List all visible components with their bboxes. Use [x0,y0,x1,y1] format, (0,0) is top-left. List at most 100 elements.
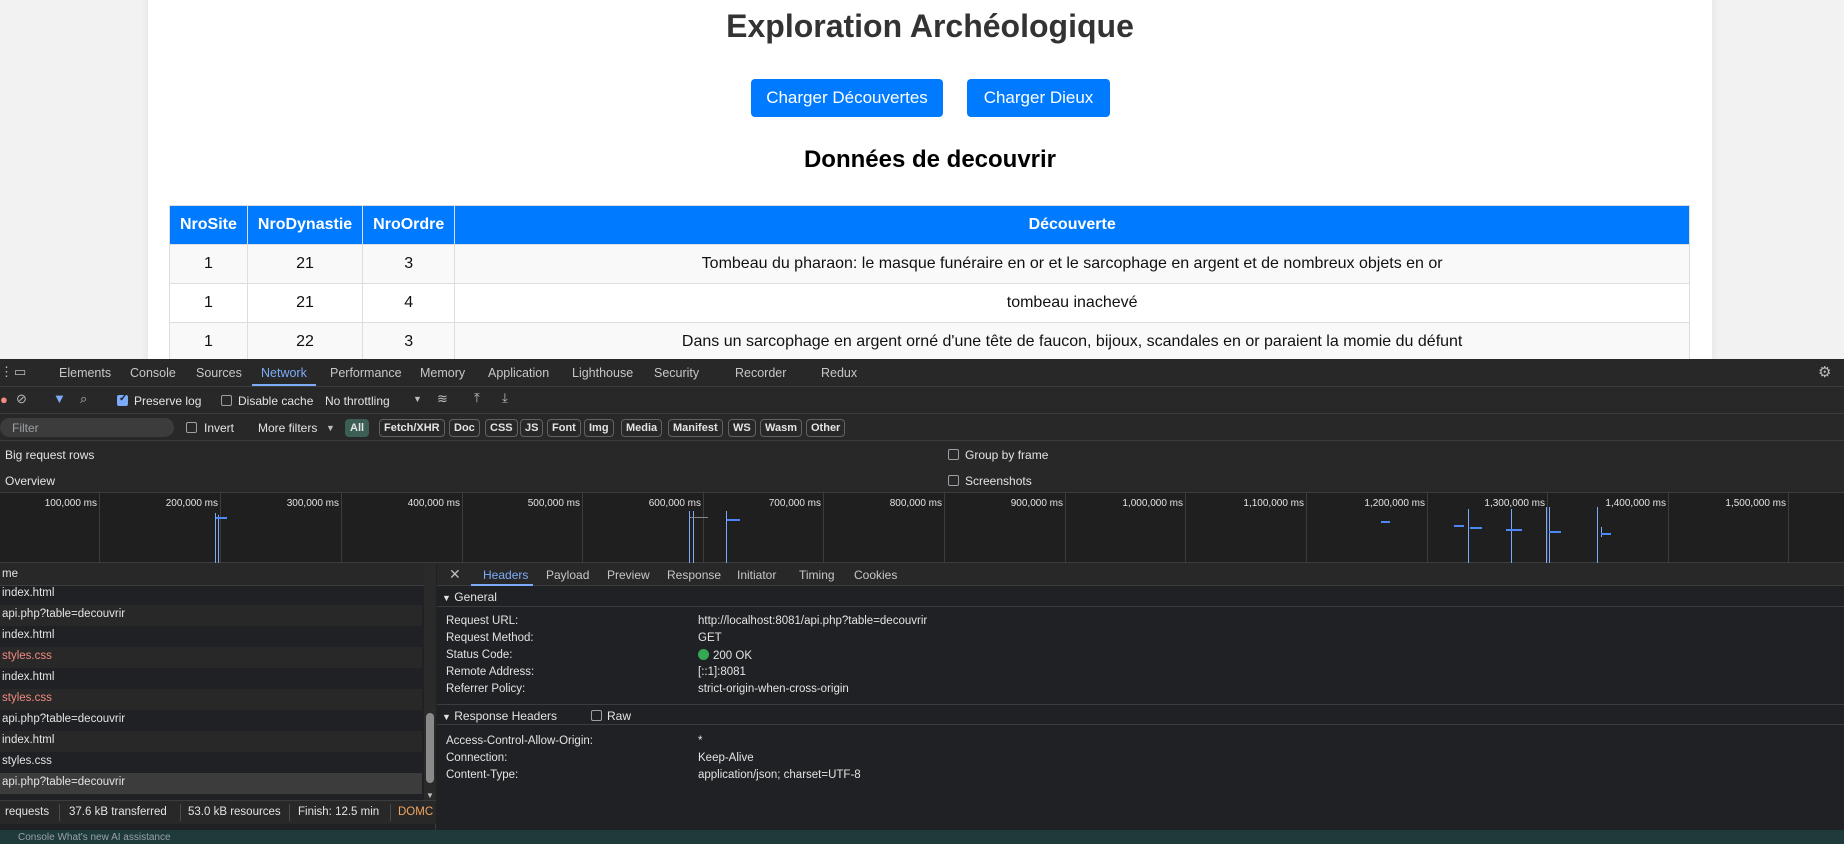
filter-type-font[interactable]: Font [547,419,581,437]
tab-headers[interactable]: Headers [483,568,528,582]
device-toolbar-icon[interactable]: ▭ [14,364,26,380]
invert-checkbox[interactable] [186,422,197,433]
more-filters-dropdown[interactable]: More filters [258,421,317,435]
import-har-icon[interactable]: ⤒ [474,390,480,406]
tab-performance[interactable]: Performance [330,366,402,380]
tick-label: 800,000 ms [889,498,942,509]
filter-type-all[interactable]: All [345,419,370,437]
tab-cookies[interactable]: Cookies [854,568,897,582]
screenshots-label: Screenshots [965,474,1032,488]
request-row[interactable]: styles.css [0,647,422,668]
request-row-selected[interactable]: api.php?table=decouvrir [0,773,422,794]
header-key: Content-Type: [446,769,519,781]
filter-type-doc[interactable]: Doc [449,419,480,437]
request-row[interactable]: index.html [0,668,422,689]
column-header-decouverte: Découverte [454,205,1690,245]
column-header-nrodynastie: NroDynastie [246,205,364,245]
tab-security[interactable]: Security [654,366,699,380]
record-icon[interactable]: ● [0,392,8,407]
status-code-value: 200 OK [698,649,752,662]
group-by-frame-checkbox[interactable] [948,449,959,460]
name-column-header[interactable]: me [0,563,424,586]
finish-time: Finish: 12.5 min [298,806,380,818]
table-cell: 22 [246,322,364,359]
filter-type-manifest[interactable]: Manifest [668,419,723,437]
tick-label: 700,000 ms [768,498,821,509]
group-by-frame-label: Group by frame [965,448,1049,462]
filter-type-wasm[interactable]: Wasm [760,419,802,437]
scrollbar-thumb[interactable] [426,713,434,783]
tab-sources[interactable]: Sources [196,366,242,380]
load-dieux-button[interactable]: Charger Dieux [967,79,1110,117]
tab-redux[interactable]: Redux [821,366,857,380]
screenshots-checkbox[interactable] [948,475,959,486]
load-decouvertes-button[interactable]: Charger Découvertes [751,79,943,117]
table-cell: Tombeau du pharaon: le masque funéraire … [454,244,1690,284]
raw-checkbox[interactable] [591,710,602,721]
header-key: Remote Address: [446,666,535,678]
page-title: Exploration Archéologique [726,8,1134,44]
request-row[interactable]: index.html [0,584,422,605]
clear-icon[interactable]: ⊘ [16,391,27,407]
request-list: me ▲ index.html api.php?table=decouvrir … [0,563,436,830]
export-har-icon[interactable]: ⤓ [502,390,508,406]
tab-application[interactable]: Application [488,366,549,380]
header-value: Keep-Alive [698,752,754,764]
tick-label: 1,400,000 ms [1605,498,1666,509]
table-cell: 3 [362,322,456,359]
filter-type-js[interactable]: JS [520,419,544,437]
tab-recorder[interactable]: Recorder [735,366,786,380]
chevron-down-icon[interactable]: ▼ [326,423,335,433]
filter-type-css[interactable]: CSS [485,419,518,437]
big-request-rows-label[interactable]: Big request rows [5,448,94,462]
search-icon[interactable]: ⌕ [80,391,87,407]
details-tabbar: ✕ Headers Payload Preview Response Initi… [437,563,1844,586]
request-list-scrollbar[interactable] [424,563,436,800]
tab-network[interactable]: Network [261,366,307,380]
network-conditions-icon[interactable]: ≋ [437,391,448,407]
general-section-header[interactable]: ▼ General [437,586,1844,607]
tab-initiator[interactable]: Initiator [737,568,776,582]
tick-label: 1,300,000 ms [1484,498,1545,509]
gear-icon[interactable]: ⚙ [1818,363,1831,381]
table-cell: 21 [246,244,364,284]
drawer-tabbar[interactable]: Console What's new AI assistance [0,830,1844,844]
request-row[interactable]: api.php?table=decouvrir [0,710,422,731]
filter-icon[interactable]: ▼ [53,391,66,406]
filter-type-ws[interactable]: WS [728,419,756,437]
request-row[interactable]: index.html [0,731,422,752]
tab-timing[interactable]: Timing [799,568,835,582]
disable-cache-checkbox[interactable] [221,395,232,406]
tab-payload[interactable]: Payload [546,568,589,582]
tab-memory[interactable]: Memory [420,366,465,380]
tab-console[interactable]: Console [130,366,176,380]
network-overview-timeline[interactable]: 100,000 ms 200,000 ms 300,000 ms 400,000… [0,493,1844,563]
request-row[interactable]: api.php?table=decouvrir [0,605,422,626]
filter-type-media[interactable]: Media [621,419,663,437]
tab-elements[interactable]: Elements [59,366,111,380]
table-row: 1 21 3 Tombeau du pharaon: le masque fun… [169,244,1690,284]
scroll-down-icon[interactable]: ▼ [426,791,434,800]
network-filterbar: Invert More filters ▼ All Fetch/XHR Doc … [0,414,1844,441]
tab-preview[interactable]: Preview [607,568,650,582]
request-row[interactable]: styles.css [0,752,422,773]
throttling-select[interactable]: No throttling [325,394,390,408]
response-headers-section-header[interactable]: ▼ Response Headers Raw [437,704,1844,725]
request-row[interactable]: styles.css [0,689,422,710]
tab-lighthouse[interactable]: Lighthouse [572,366,633,380]
tab-response[interactable]: Response [667,568,721,582]
filter-type-img[interactable]: Img [584,419,614,437]
filter-type-other[interactable]: Other [806,419,846,437]
header-key: Status Code: [446,649,513,661]
table-cell: tombeau inachevé [454,283,1690,323]
table-cell: Dans un sarcophage en argent orné d'une … [454,322,1690,359]
filter-input[interactable] [0,418,174,437]
menu-dots-icon[interactable]: ⋮ [0,364,13,380]
preserve-log-checkbox[interactable] [117,393,128,406]
request-row[interactable]: index.html [0,626,422,647]
chevron-down-icon[interactable]: ▼ [413,394,422,404]
close-icon[interactable]: ✕ [449,566,461,583]
overview-label[interactable]: Overview [5,474,55,488]
header-key: Referrer Policy: [446,683,526,695]
filter-type-fetch-xhr[interactable]: Fetch/XHR [379,419,445,437]
